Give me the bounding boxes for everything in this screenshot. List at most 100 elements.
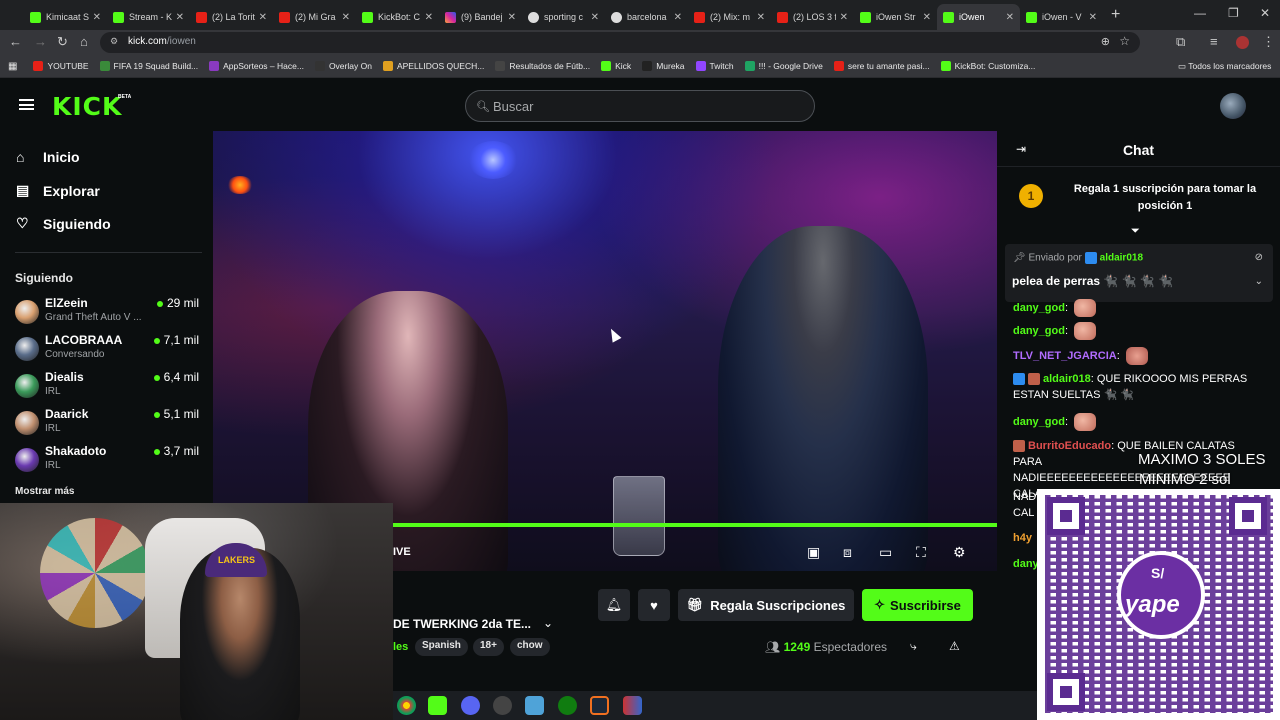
tab-11[interactable]: iOwen ✕ <box>937 4 1020 30</box>
apps-grid-icon[interactable]: ▦ <box>8 61 17 72</box>
sidebar-item-channel[interactable]: Diealis IRL 6,4 mil <box>15 370 205 404</box>
close-tab-icon[interactable]: ✕ <box>425 12 433 23</box>
menu-icon[interactable] <box>19 99 34 110</box>
fullscreen-icon[interactable]: ⛶ <box>916 544 926 561</box>
bookmark-item[interactable]: AppSorteos – Hace... <box>209 61 304 71</box>
url-field[interactable]: ⚙ kick.com/iowen ⊕ ☆ <box>100 32 1140 53</box>
kick-logo[interactable]: KICK <box>52 92 122 121</box>
follow-heart-button[interactable]: ♥ <box>638 589 670 621</box>
settings-gear-icon[interactable]: ⚙ <box>953 544 966 561</box>
close-tab-icon[interactable]: ✕ <box>923 12 931 23</box>
app-taskbar-icon[interactable] <box>525 696 544 715</box>
browser-menu-icon[interactable]: ⋮ <box>1262 34 1275 50</box>
close-tab-icon[interactable]: ✕ <box>176 12 184 23</box>
tab-5[interactable]: (9) Bandej ✕ <box>439 4 522 30</box>
tab-3[interactable]: (2) Mi Gra ✕ <box>273 4 356 30</box>
xbox-taskbar-icon[interactable] <box>558 696 577 715</box>
close-tab-icon[interactable]: ✕ <box>674 12 682 23</box>
user-avatar[interactable] <box>1220 93 1246 119</box>
extensions-icon[interactable]: ⧉ <box>1176 34 1185 50</box>
bookmark-item[interactable]: KickBot: Customiza... <box>940 61 1035 71</box>
sidebar-item-channel[interactable]: Daarick IRL 5,1 mil <box>15 407 205 441</box>
show-more-link[interactable]: Mostrar más <box>15 486 74 497</box>
home-browser-icon[interactable]: ⌂ <box>80 34 88 49</box>
chrome-taskbar-icon[interactable] <box>397 696 416 715</box>
expand-pinned-icon[interactable]: ⌄ <box>1255 276 1263 287</box>
obs-taskbar-icon[interactable] <box>493 696 512 715</box>
close-tab-icon[interactable]: ✕ <box>259 12 267 23</box>
chat-username[interactable]: BurritoEducado <box>1028 440 1111 452</box>
tab-7[interactable]: barcelona ✕ <box>605 4 688 30</box>
progress-bar[interactable] <box>393 523 997 527</box>
bookmark-item[interactable]: YOUTUBE <box>33 61 89 71</box>
minimize-icon[interactable]: — <box>1194 6 1206 20</box>
tag-keyword[interactable]: chow <box>510 638 550 656</box>
tab-2[interactable]: (2) La Torit ✕ <box>190 4 273 30</box>
bookmark-item[interactable]: Kick <box>601 61 631 71</box>
all-bookmarks-folder[interactable]: ▭ Todos los marcadores <box>1178 61 1271 72</box>
sidebar-item-channel[interactable]: Shakadoto IRL 3,7 mil <box>15 444 205 478</box>
media-control-icon[interactable]: ≡ <box>1210 34 1218 49</box>
chat-username[interactable]: aldair018 <box>1043 373 1091 385</box>
bookmark-item[interactable]: APELLIDOS QUECH... <box>382 61 484 71</box>
sidebar-item-channel[interactable]: LACOBRAAA Conversando 7,1 mil <box>15 333 205 367</box>
sidebar-item-inicio[interactable]: ⌂ Inicio <box>16 149 80 165</box>
close-tab-icon[interactable]: ✕ <box>591 12 599 23</box>
expand-chevron-icon[interactable]: ⌄ <box>543 616 553 630</box>
share-icon[interactable]: ⤷ <box>910 639 917 654</box>
bookmark-item[interactable]: Mureka <box>642 61 685 71</box>
kick-taskbar-icon[interactable] <box>428 696 447 715</box>
zoom-icon[interactable]: ⊕ <box>1101 35 1110 48</box>
close-tab-icon[interactable]: ✕ <box>508 12 516 23</box>
leaderboard-toggle-icon[interactable]: ⏷ <box>1131 225 1140 238</box>
tab-6[interactable]: sporting c ✕ <box>522 4 605 30</box>
profile-icon[interactable] <box>1236 36 1249 49</box>
close-tab-icon[interactable]: ✕ <box>1006 12 1014 23</box>
close-window-icon[interactable]: ✕ <box>1260 6 1270 20</box>
bookmark-star-icon[interactable]: ☆ <box>1119 34 1130 48</box>
tab-0[interactable]: Kimicaat S ✕ <box>24 4 107 30</box>
sidebar-item-siguiendo[interactable]: ♡ Siguiendo <box>16 215 111 232</box>
report-warning-icon[interactable]: ⚠ <box>949 639 960 653</box>
tab-10[interactable]: iOwen Str ✕ <box>854 4 937 30</box>
tag-age[interactable]: 18+ <box>473 638 504 656</box>
tab-12[interactable]: iOwen - V ✕ <box>1020 4 1103 30</box>
stream-category[interactable]: les <box>393 641 408 653</box>
tab-9[interactable]: (2) LOS 3 f ✕ <box>771 4 854 30</box>
forward-icon[interactable]: → <box>34 34 47 49</box>
clip-icon[interactable]: ⧈ <box>843 544 852 561</box>
new-tab-button[interactable]: + <box>1111 6 1120 24</box>
gift-subs-button[interactable]: 🎁︎ Regala Suscripciones <box>678 589 854 621</box>
sidebar-item-explorar[interactable]: ▤ Explorar <box>16 182 100 199</box>
site-info-icon[interactable]: ⚙ <box>110 36 118 47</box>
reload-icon[interactable]: ↻ <box>57 34 68 50</box>
hide-pinned-icon[interactable]: ⊘ <box>1255 252 1263 263</box>
chat-username[interactable]: TLV_NET_JGARCIA <box>1013 350 1117 362</box>
sidebar-item-channel[interactable]: ElZeein Grand Theft Auto V ... 29 mil <box>15 296 205 330</box>
close-tab-icon[interactable]: ✕ <box>1089 12 1097 23</box>
subscribe-button[interactable]: ✧ Suscribirse <box>862 589 973 621</box>
miniplayer-icon[interactable]: ▣ <box>807 544 820 561</box>
close-tab-icon[interactable]: ✕ <box>840 12 848 23</box>
chat-username[interactable]: dany_god <box>1013 302 1065 314</box>
discord-taskbar-icon[interactable] <box>461 696 480 715</box>
bookmark-item[interactable]: FIFA 19 Squad Build... <box>99 61 198 71</box>
app-taskbar-icon[interactable] <box>623 696 642 715</box>
bookmark-item[interactable]: Resultados de Fútb... <box>495 61 590 71</box>
notification-bell-button[interactable]: 🔔︎ <box>598 589 630 621</box>
bookmark-item[interactable]: !!! - Google Drive <box>744 61 823 71</box>
chat-username[interactable]: dany_god <box>1013 416 1065 428</box>
search-input[interactable]: 🔍︎ Buscar <box>465 90 815 122</box>
close-tab-icon[interactable]: ✕ <box>342 12 350 23</box>
maximize-icon[interactable]: ❐ <box>1228 6 1239 20</box>
bookmark-item[interactable]: Overlay On <box>314 61 372 71</box>
tab-4[interactable]: KickBot: C ✕ <box>356 4 439 30</box>
close-tab-icon[interactable]: ✕ <box>757 12 765 23</box>
back-icon[interactable]: ← <box>9 34 22 49</box>
theatre-mode-icon[interactable]: ▭ <box>879 544 892 561</box>
chat-username[interactable]: dany_god <box>1013 325 1065 337</box>
bookmark-item[interactable]: sere tu amante pasi... <box>833 61 930 71</box>
bookmark-item[interactable]: Twitch <box>695 61 734 71</box>
tab-8[interactable]: (2) Mix: m ✕ <box>688 4 771 30</box>
steam-taskbar-icon[interactable] <box>590 696 609 715</box>
